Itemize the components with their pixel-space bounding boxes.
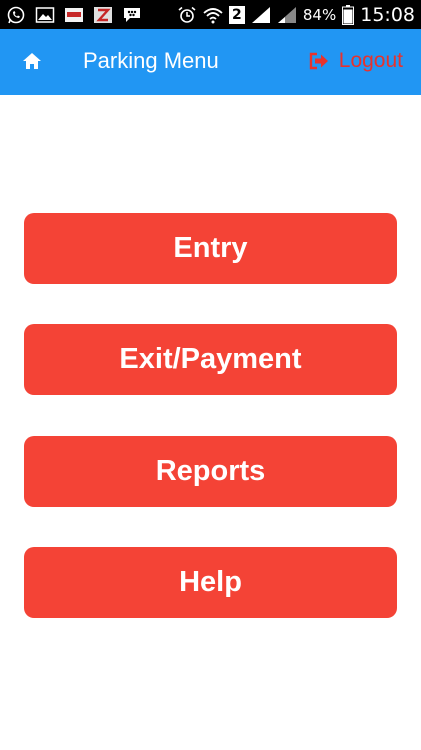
purch-app-icon [65,7,83,22]
sim-badge: 2 [228,5,245,24]
whatsapp-icon [7,6,25,23]
wifi-icon [203,7,223,23]
status-bar: 2 84% 15:08 [0,0,421,29]
home-icon[interactable] [22,52,42,70]
signal-icon [251,6,270,23]
bbm-icon [124,7,140,22]
alarm-icon [178,6,196,23]
battery-icon [342,4,355,25]
clock: 15:08 [360,3,415,26]
signal-2-icon [277,6,296,23]
logout-button[interactable]: Logout [309,49,403,73]
help-button[interactable]: Help [24,547,397,618]
reports-button[interactable]: Reports [24,436,397,507]
system-icons: 2 84% 15:08 [177,4,415,26]
zing-app-icon [94,6,112,23]
notification-icons [6,6,142,24]
app-bar: Parking Menu Logout [0,29,421,95]
battery-percent: 84% [302,5,337,24]
entry-button[interactable]: Entry [24,213,397,284]
exit-payment-button[interactable]: Exit/Payment [24,324,397,395]
page-title: Parking Menu [83,48,219,73]
image-icon [35,6,55,23]
logout-label: Logout [338,49,403,72]
logout-icon [309,52,328,70]
